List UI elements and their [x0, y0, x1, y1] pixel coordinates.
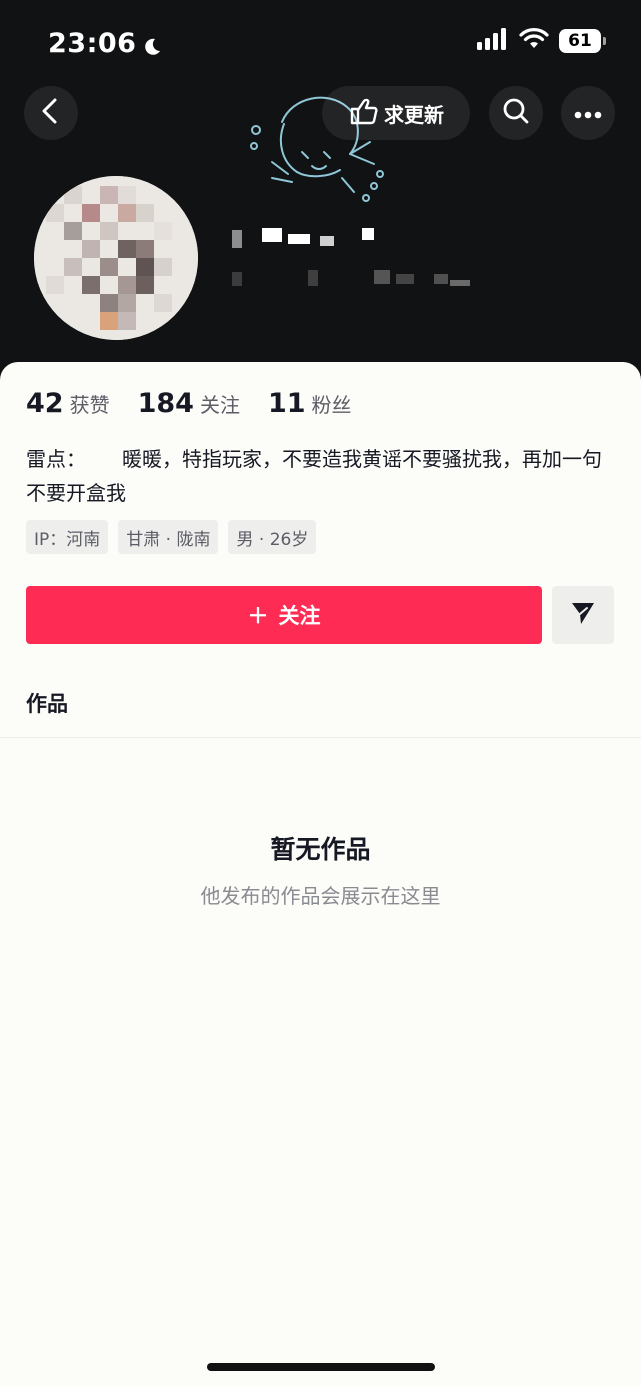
- stat-likes-value: 42: [26, 388, 64, 419]
- search-icon: [502, 97, 530, 129]
- empty-state-subtitle: 他发布的作品会展示在这里: [200, 884, 441, 908]
- search-button[interactable]: [489, 86, 543, 140]
- stat-following-label: 关注: [199, 393, 240, 417]
- profile-header: 23:06 61 求更新: [0, 0, 641, 400]
- profile-bio: 雷点： 暖暖，特指玩家，不要造我黄谣不要骚扰我，再加一句不要开盒我: [26, 442, 616, 510]
- request-update-button[interactable]: 求更新: [322, 86, 470, 140]
- moon-icon: [142, 33, 162, 55]
- back-icon: [40, 98, 62, 128]
- bio-prefix: 雷点：: [26, 447, 86, 471]
- stat-followers-value: 11: [267, 388, 306, 419]
- stat-likes-label: 获赞: [69, 393, 110, 417]
- follow-label: 关注: [278, 604, 321, 628]
- profile-card: [0, 362, 641, 1386]
- message-button[interactable]: [552, 586, 614, 644]
- tag-region: 甘肃 · 陇南: [118, 520, 219, 554]
- wifi-icon: [519, 28, 549, 54]
- tab-works[interactable]: 作品: [26, 688, 68, 718]
- stat-likes[interactable]: 42 获赞: [26, 388, 110, 419]
- stat-followers-label: 粉丝: [311, 393, 352, 417]
- battery-indicator: 61: [559, 29, 606, 53]
- more-button[interactable]: [561, 86, 615, 140]
- avatar[interactable]: [34, 176, 198, 340]
- status-indicators: 61: [477, 28, 606, 54]
- send-icon: [570, 600, 596, 630]
- stat-followers[interactable]: 11 粉丝: [268, 388, 352, 419]
- stat-following-value: 184: [137, 388, 194, 419]
- status-time-text: 23:06: [48, 27, 137, 59]
- request-update-label: 求更新: [384, 102, 444, 127]
- stat-following[interactable]: 184 关注: [138, 388, 240, 419]
- signal-icon: [477, 28, 509, 54]
- tag-gender-age: 男 · 26岁: [228, 520, 317, 554]
- follow-button[interactable]: ＋ 关注: [26, 586, 542, 644]
- profile-tags: IP：河南 甘肃 · 陇南 男 · 26岁: [26, 520, 317, 554]
- more-icon: [574, 104, 602, 123]
- home-indicator[interactable]: [207, 1363, 435, 1371]
- empty-state-title: 暂无作品: [270, 835, 371, 864]
- status-time: 23:06: [48, 26, 162, 60]
- tab-divider: [0, 737, 641, 738]
- profile-stats: 42 获赞 184 关注 11 粉丝: [26, 388, 352, 424]
- hand-point-icon: [348, 97, 378, 130]
- tag-ip-location: IP：河南: [26, 520, 109, 554]
- bio-redaction: [86, 451, 122, 471]
- back-button[interactable]: [24, 86, 78, 140]
- plus-icon: ＋: [247, 604, 269, 628]
- redacted-username: [232, 228, 470, 286]
